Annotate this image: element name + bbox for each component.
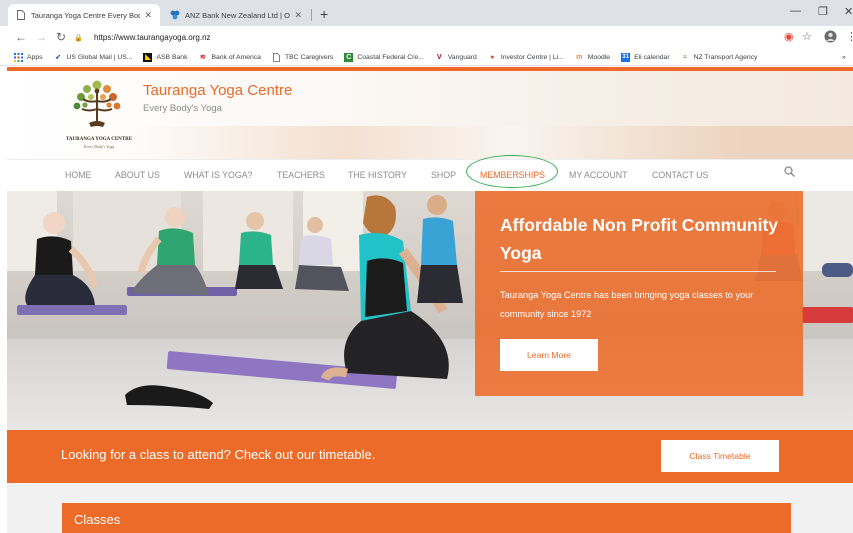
nav-home[interactable]: HOME bbox=[65, 170, 91, 180]
learn-more-button[interactable]: Learn More bbox=[500, 339, 598, 371]
moodle-logo-icon: m bbox=[576, 53, 583, 61]
nav-what-is-yoga[interactable]: WHAT IS YOGA? bbox=[184, 170, 252, 180]
logo-name: TAURANGA YOGA CENTRE bbox=[65, 137, 133, 142]
site-header: TAURANGA YOGA CENTRE Every Body's Yoga T… bbox=[7, 71, 853, 159]
close-window-icon[interactable]: ✕ bbox=[844, 5, 853, 18]
bookmark-investor-centre[interactable]: ● Investor Centre | Li... bbox=[488, 53, 564, 62]
minimize-icon[interactable]: — bbox=[790, 5, 801, 17]
site-subtitle: Every Body's Yoga bbox=[143, 103, 222, 114]
bookmark-vanguard[interactable]: V Vanguard bbox=[435, 53, 477, 62]
bookmark-us-global-mail[interactable]: ➶ US Global Mail | US... bbox=[54, 53, 133, 62]
browser-tab-strip: Tauranga Yoga Centre Every Bod ✕ ANZ Ban… bbox=[0, 0, 853, 26]
bookmark-moodle[interactable]: m Moodle bbox=[575, 53, 610, 62]
asb-logo-icon: ◣ bbox=[143, 52, 153, 62]
yoga-tree-logo[interactable] bbox=[67, 79, 127, 133]
url-text: https://www.taurangayoga.org.nz bbox=[94, 33, 211, 42]
close-tab-icon[interactable]: ✕ bbox=[144, 10, 152, 21]
hero-title: Affordable Non Profit Community Yoga bbox=[500, 215, 779, 263]
bookmark-asb-bank[interactable]: ◣ ASB Bank bbox=[143, 52, 188, 62]
tab-tauranga-yoga[interactable]: Tauranga Yoga Centre Every Bod ✕ bbox=[8, 4, 160, 26]
bookmark-eli-calendar[interactable]: 31 Eli calendar bbox=[621, 52, 670, 62]
bookmark-label: NZ Transport Agency bbox=[693, 53, 758, 61]
browser-toolbar: ← → ↻ 🔒 https://www.taurangayoga.org.nz … bbox=[0, 26, 853, 49]
bookmark-label: Vanguard bbox=[447, 53, 477, 61]
bookmark-bank-of-america[interactable]: ≋ Bank of America bbox=[198, 53, 261, 62]
bookmark-coastal-federal[interactable]: C Coastal Federal Cre... bbox=[344, 52, 424, 62]
bookmark-star-icon[interactable]: ☆ bbox=[802, 30, 812, 43]
bookmark-nz-transport-agency[interactable]: ≈ NZ Transport Agency bbox=[681, 53, 758, 62]
vanguard-logo-icon: V bbox=[436, 53, 442, 61]
search-icon[interactable] bbox=[784, 166, 795, 177]
hero-text: Tauranga Yoga Centre has been bringing y… bbox=[500, 290, 754, 319]
bookmark-label: Investor Centre | Li... bbox=[500, 53, 564, 61]
coastal-logo-icon: C bbox=[344, 52, 354, 62]
tab-separator bbox=[311, 9, 312, 21]
bookmark-label: Bank of America bbox=[211, 53, 261, 61]
apps-grid-icon bbox=[14, 52, 23, 62]
tab-title: Tauranga Yoga Centre Every Bod bbox=[31, 10, 141, 20]
restore-icon[interactable]: ❐ bbox=[818, 5, 828, 18]
hero-promo-panel: Affordable Non Profit Community Yoga Tau… bbox=[475, 191, 803, 396]
calendar-icon: 31 bbox=[621, 52, 631, 62]
close-tab-icon[interactable]: ✕ bbox=[294, 10, 302, 21]
nav-teachers[interactable]: TEACHERS bbox=[277, 170, 325, 180]
tab-anz-bank[interactable]: ANZ Bank New Zealand Ltd | Onl ✕ bbox=[162, 4, 310, 26]
anz-logo-icon bbox=[170, 10, 180, 20]
address-bar[interactable]: 🔒 https://www.taurangayoga.org.nz bbox=[74, 28, 809, 47]
nav-my-account[interactable]: MY ACCOUNT bbox=[569, 170, 628, 180]
nzta-logo-icon: ≈ bbox=[683, 53, 688, 61]
nav-about-us[interactable]: ABOUT US bbox=[115, 170, 160, 180]
page-icon bbox=[272, 52, 281, 62]
nav-contact-us[interactable]: CONTACT US bbox=[652, 170, 708, 180]
lock-icon: 🔒 bbox=[74, 34, 83, 42]
classes-title: Classes bbox=[74, 512, 121, 527]
bookmark-label: Apps bbox=[27, 53, 43, 61]
bofa-flag-icon: ≋ bbox=[200, 54, 206, 61]
memberships-highlight-circle bbox=[466, 155, 558, 188]
bookmark-label: Eli calendar bbox=[634, 53, 670, 61]
class-timetable-button[interactable]: Class Timetable bbox=[661, 440, 779, 472]
timetable-banner: Looking for a class to attend? Check out… bbox=[7, 430, 853, 483]
bookmark-tbc-caregivers[interactable]: TBC Caregivers bbox=[272, 52, 334, 62]
hero-divider bbox=[500, 271, 776, 272]
nav-shop[interactable]: SHOP bbox=[431, 170, 456, 180]
bookmark-label: Moodle bbox=[587, 53, 611, 61]
new-tab-button[interactable]: + bbox=[320, 6, 328, 22]
investor-centre-icon: ● bbox=[490, 53, 495, 61]
bookmark-label: TBC Caregivers bbox=[284, 53, 334, 61]
forward-arrow-icon[interactable]: → bbox=[35, 30, 47, 44]
site-title[interactable]: Tauranga Yoga Centre bbox=[143, 82, 292, 99]
main-nav: HOME ABOUT US WHAT IS YOGA? TEACHERS THE… bbox=[7, 159, 853, 191]
more-bookmarks-icon[interactable]: » bbox=[842, 54, 846, 61]
page: Tauranga Yoga Centre Every Bod ✕ ANZ Ban… bbox=[0, 0, 853, 533]
classes-section-header: Classes bbox=[62, 503, 791, 533]
back-arrow-icon[interactable]: ← bbox=[15, 30, 27, 44]
extension-icon[interactable]: ◉ bbox=[784, 30, 794, 43]
logo-tagline: Every Body's Yoga bbox=[83, 144, 115, 149]
nav-the-history[interactable]: THE HISTORY bbox=[348, 170, 407, 180]
reload-icon[interactable]: ↻ bbox=[56, 30, 66, 44]
bookmarks-bar: Apps ➶ US Global Mail | US... ◣ ASB Bank… bbox=[0, 49, 853, 66]
page-icon bbox=[16, 10, 26, 20]
bookmark-label: US Global Mail | US... bbox=[66, 53, 133, 61]
bookmark-label: Coastal Federal Cre... bbox=[357, 53, 424, 61]
tab-title: ANZ Bank New Zealand Ltd | Onl bbox=[185, 10, 291, 20]
profile-avatar-icon[interactable] bbox=[824, 30, 837, 46]
bookmark-apps[interactable]: Apps bbox=[14, 52, 43, 62]
bookmark-label: ASB Bank bbox=[156, 53, 188, 61]
timetable-text: Looking for a class to attend? Check out… bbox=[61, 447, 376, 462]
menu-dots-icon[interactable]: ⋮ bbox=[846, 30, 853, 43]
bird-icon: ➶ bbox=[55, 54, 61, 61]
